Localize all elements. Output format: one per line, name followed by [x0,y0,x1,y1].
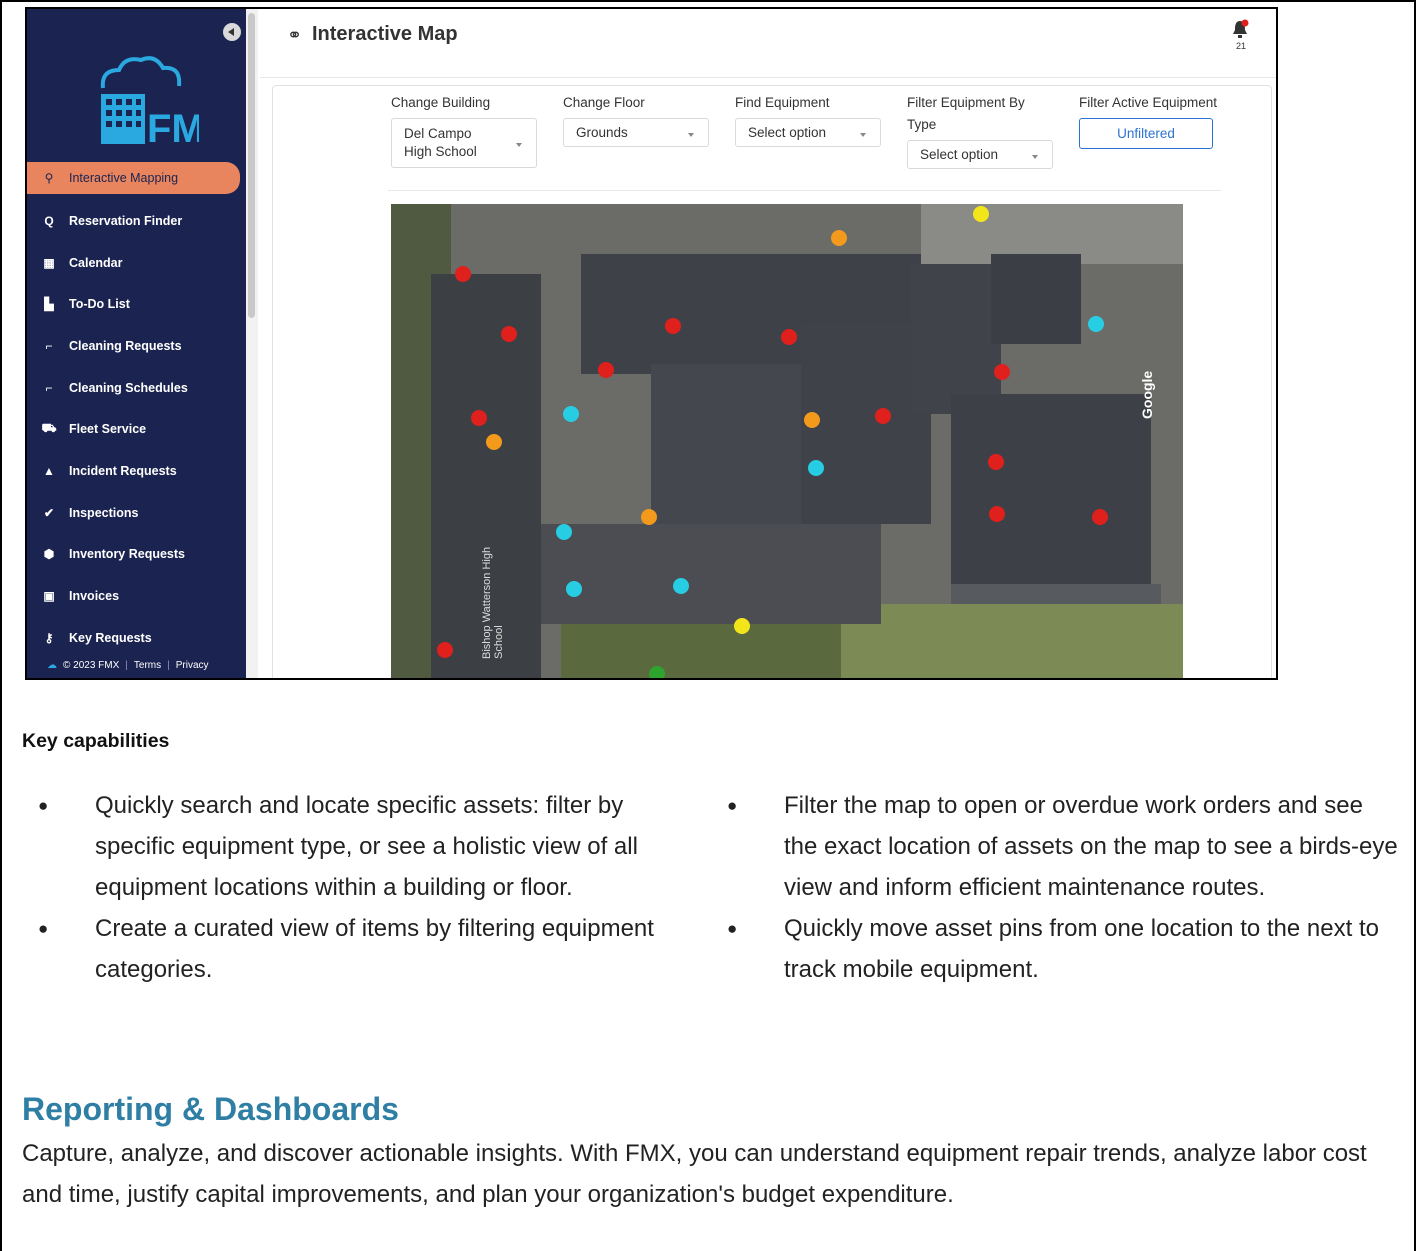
google-watermark: Google [1139,370,1155,419]
map-pin-cyan[interactable] [673,578,689,594]
map-pin-yellow[interactable] [734,618,750,634]
list-item: Filter the map to open or overdue work o… [711,785,1401,908]
change-floor-select[interactable]: Grounds [563,118,709,147]
change-floor-label: Change Floor [563,95,645,110]
map-card: Change Building Del Campo High School Ch… [272,85,1272,680]
map-pin-red[interactable] [455,266,471,282]
find-equipment-filter: Find Equipment Select option [735,92,881,147]
map-pin-red[interactable] [437,642,453,658]
map-pin-red[interactable] [781,329,797,345]
sidebar-item-calendar[interactable]: ▦ Calendar [27,242,240,284]
map-pins-layer [437,206,1108,680]
svg-text:FMX: FMX [147,107,199,151]
map-pin-orange[interactable] [804,412,820,428]
unfiltered-button[interactable]: Unfiltered [1079,118,1213,149]
map-pin-cyan[interactable] [556,524,572,540]
map-pin-icon: ⚲ [44,171,54,185]
map-pin-red[interactable] [665,318,681,334]
app-screenshot: FMX ⚲Interactive Mapping QReservation Fi… [25,7,1278,680]
sidebar-item-fleet-service[interactable]: ⛟ Fleet Service [27,408,240,450]
satellite-map[interactable]: Google Bishop Watterson High School [391,204,1183,680]
map-pin-red[interactable] [875,408,891,424]
sidebar-scroll-thumb[interactable] [248,13,255,318]
bell-icon[interactable] [1230,19,1250,41]
sidebar-item-key-requests[interactable]: ⚷ Key Requests [27,617,240,659]
money-icon: ▣ [43,589,55,604]
sidebar: FMX ⚲Interactive Mapping QReservation Fi… [27,9,246,678]
filter-type-select[interactable]: Select option [907,140,1053,169]
map-pin-cyan[interactable] [808,460,824,476]
street-label: Bishop Watterson High School [481,546,505,659]
warning-icon: ▲ [43,463,55,478]
map-pin-orange[interactable] [831,230,847,246]
page-title: Interactive Map [312,23,458,45]
change-building-select[interactable]: Del Campo High School [391,118,537,168]
map-pin-cyan[interactable] [566,581,582,597]
map-pin-red[interactable] [994,364,1010,380]
reporting-paragraph: Capture, analyze, and discover actionabl… [22,1140,1367,1208]
filter-type-label: Filter Equipment By Type [907,95,1025,132]
sidebar-nav: ⚲ Interactive Mapping Q Reservation Finder… [27,162,240,659]
map-pin-red[interactable] [988,454,1004,470]
sidebar-item-inspections[interactable]: ✔ Inspections [27,492,240,534]
capabilities-left-list: Quickly search and locate specific asset… [22,785,702,990]
map-pin-green[interactable] [649,666,665,680]
sidebar-item-cleaning-schedules[interactable]: ⌐ Cleaning Schedules [27,367,240,409]
map-pin-red[interactable] [501,326,517,342]
change-building-label: Change Building [391,95,491,110]
car-icon: ⛟ [41,421,57,436]
divider [388,190,1221,191]
separator: | [125,660,128,671]
spray-icon: ⌐ [45,380,53,395]
filter-active-label: Filter Active Equipment [1079,95,1218,110]
sidebar-item-interactive-mapping[interactable]: ⚲ Interactive Mapping [27,162,240,194]
notification-count: 21 [1236,41,1247,51]
clipboard-icon: ▙ [44,297,54,312]
map-pin-orange[interactable] [641,509,657,525]
map-pin-red[interactable] [989,506,1005,522]
calendar-icon: ▦ [43,255,55,270]
privacy-link[interactable]: Privacy [176,660,209,671]
map-pin-cyan[interactable] [1088,316,1104,332]
map-pin-red[interactable] [1092,509,1108,525]
search-icon: Q [44,213,54,228]
sidebar-footer: ☁ © 2023 FMX | Terms | Privacy [47,660,209,671]
map-pin-cyan[interactable] [563,406,579,422]
filter-type-filter: Filter Equipment By Type Select option [907,92,1057,169]
main-content: ⚭ Interactive Map 21 Change Building Del… [260,9,1276,678]
map-pin-red[interactable] [598,362,614,378]
find-equipment-label: Find Equipment [735,95,830,110]
change-floor-filter: Change Floor Grounds [563,92,709,147]
map-pin-orange[interactable] [486,434,502,450]
box-icon: ⬢ [43,547,55,562]
find-equipment-select[interactable]: Select option [735,118,881,147]
link-icon: ⚭ [287,25,303,45]
sidebar-item-invoices[interactable]: ▣ Invoices [27,575,240,617]
separator: | [167,660,170,671]
capabilities-right-list: Filter the map to open or overdue work o… [711,785,1401,990]
list-item: Create a curated view of items by filter… [22,908,702,990]
key-icon: ⚷ [44,630,54,645]
check-icon: ✔ [43,505,55,520]
list-item: Quickly search and locate specific asset… [22,785,702,908]
map-pin-yellow[interactable] [973,206,989,222]
copyright-text: © 2023 FMX [63,660,120,671]
list-item: Quickly move asset pins from one locatio… [711,908,1401,990]
topbar: ⚭ Interactive Map 21 [260,9,1276,78]
collapse-sidebar-icon[interactable] [223,23,241,41]
sidebar-item-cleaning-requests[interactable]: ⌐ Cleaning Requests [27,325,240,367]
fmx-logo: FMX [100,56,199,151]
sidebar-item-incident-requests[interactable]: ▲ Incident Requests [27,450,240,492]
reporting-heading: Reporting & Dashboards [22,1091,399,1127]
spray-icon: ⌐ [45,338,53,353]
change-building-filter: Change Building Del Campo High School [391,92,537,168]
sidebar-item-inventory-requests[interactable]: ⬢ Inventory Requests [27,534,240,576]
sidebar-item-reservation-finder[interactable]: Q Reservation Finder [27,200,240,242]
terms-link[interactable]: Terms [134,660,161,671]
key-capabilities-title: Key capabilities [22,730,170,752]
cloud-icon: ☁ [47,660,57,671]
sidebar-item-to-do-list[interactable]: ▙ To-Do List [27,283,240,325]
filter-active-filter: Filter Active Equipment Unfiltered [1079,92,1219,149]
map-pin-red[interactable] [471,410,487,426]
